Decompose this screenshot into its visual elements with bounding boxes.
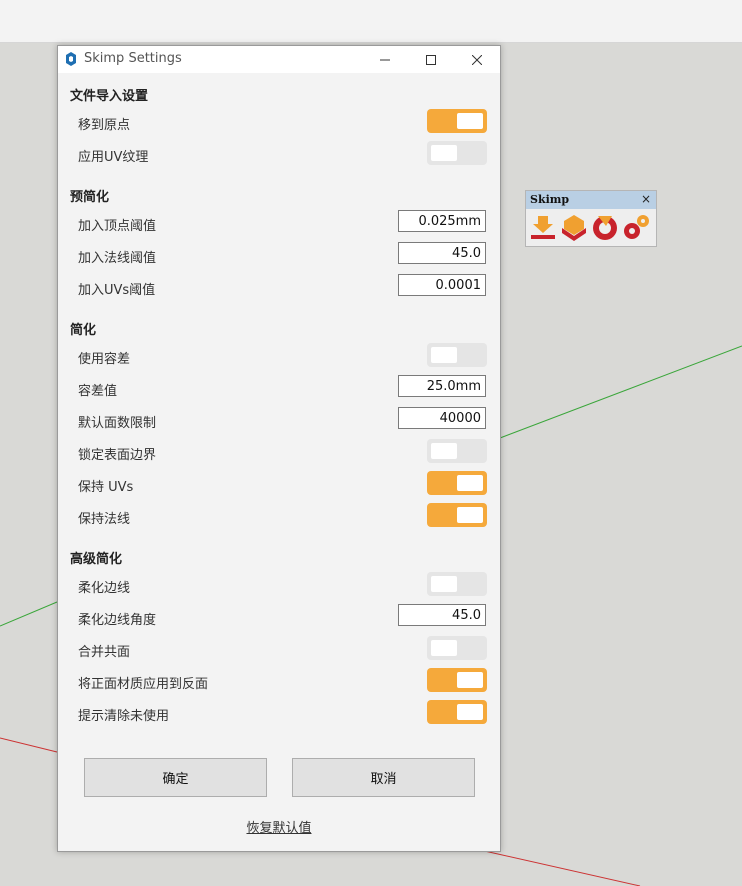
vertex-threshold-input[interactable]: 0.025mm <box>398 210 486 232</box>
skimp-settings-dialog: Skimp Settings 文件导入设置 移到原点 应用UV纹理 预简化 加入… <box>57 45 501 852</box>
section-heading-import: 文件导入设置 <box>70 89 149 104</box>
section-heading-simplify: 简化 <box>70 323 97 338</box>
use-tolerance-label: 使用容差 <box>78 352 131 367</box>
keep-normals-label: 保持法线 <box>78 512 131 527</box>
simplify-icon[interactable] <box>559 212 589 242</box>
minimize-button[interactable] <box>362 46 408 73</box>
merge-coplanar-label: 合并共面 <box>78 645 131 660</box>
red-axis-left <box>0 737 58 753</box>
keep-uvs-label: 保持 UVs <box>78 480 134 495</box>
section-heading-advanced: 高级简化 <box>70 552 123 567</box>
close-button[interactable] <box>454 46 500 73</box>
toggle-knob <box>431 443 457 459</box>
toggle-knob <box>431 347 457 363</box>
apply-uv-label: 应用UV纹理 <box>78 150 149 165</box>
soften-edges-label: 柔化边线 <box>78 581 131 596</box>
maximize-button[interactable] <box>408 46 454 73</box>
toolbar-header[interactable]: Skimp × <box>526 191 656 209</box>
section-heading-pre-simplify: 预简化 <box>70 190 110 205</box>
settings-icon[interactable] <box>621 212 651 242</box>
soften-angle-input[interactable]: 45.0 <box>398 604 486 626</box>
uv-threshold-input[interactable]: 0.0001 <box>398 274 486 296</box>
ok-button[interactable]: 确定 <box>84 758 267 797</box>
toolbar-title: Skimp <box>530 193 570 206</box>
tolerance-input[interactable]: 25.0mm <box>398 375 486 397</box>
keep-uvs-toggle[interactable] <box>427 471 487 495</box>
toggle-knob <box>431 145 457 161</box>
red-axis-bottom <box>479 849 641 886</box>
move-to-origin-label: 移到原点 <box>78 118 131 133</box>
help-icon[interactable] <box>590 212 620 242</box>
cancel-button[interactable]: 取消 <box>292 758 475 797</box>
purge-unused-toggle[interactable] <box>427 700 487 724</box>
reset-defaults-link[interactable]: 恢复默认值 <box>58 817 500 836</box>
toggle-knob <box>431 576 457 592</box>
green-axis-right <box>499 345 742 439</box>
toggle-knob <box>457 113 483 129</box>
toggle-knob <box>457 475 483 491</box>
merge-coplanar-toggle[interactable] <box>427 636 487 660</box>
move-to-origin-toggle[interactable] <box>427 109 487 133</box>
purge-unused-label: 提示清除未使用 <box>78 709 170 724</box>
normal-threshold-input[interactable]: 45.0 <box>398 242 486 264</box>
close-icon <box>472 54 482 65</box>
soften-angle-label: 柔化边线角度 <box>78 613 157 628</box>
sketchup-app-icon <box>66 52 76 66</box>
toolbar-close-icon[interactable]: × <box>641 192 651 206</box>
maximize-icon <box>426 54 436 65</box>
normal-threshold-label: 加入法线阈值 <box>78 251 157 266</box>
green-axis-left <box>0 601 58 627</box>
lock-border-toggle[interactable] <box>427 439 487 463</box>
lock-border-label: 锁定表面边界 <box>78 448 157 463</box>
toggle-knob <box>457 672 483 688</box>
front-to-back-label: 将正面材质应用到反面 <box>78 677 209 692</box>
window-title: Skimp Settings <box>84 51 182 66</box>
toggle-knob <box>457 507 483 523</box>
tolerance-label: 容差值 <box>78 384 118 399</box>
import-icon[interactable] <box>528 212 558 242</box>
keep-normals-toggle[interactable] <box>427 503 487 527</box>
front-to-back-toggle[interactable] <box>427 668 487 692</box>
soften-edges-toggle[interactable] <box>427 572 487 596</box>
skimp-toolbar: Skimp × <box>525 190 657 247</box>
face-limit-input[interactable]: 40000 <box>398 407 486 429</box>
apply-uv-toggle[interactable] <box>427 141 487 165</box>
face-limit-label: 默认面数限制 <box>78 416 157 431</box>
title-bar[interactable]: Skimp Settings <box>58 46 500 73</box>
vertex-threshold-label: 加入顶点阈值 <box>78 219 157 234</box>
minimize-icon <box>380 59 390 60</box>
toggle-knob <box>457 704 483 720</box>
toggle-knob <box>431 640 457 656</box>
use-tolerance-toggle[interactable] <box>427 343 487 367</box>
uv-threshold-label: 加入UVs阈值 <box>78 283 156 298</box>
